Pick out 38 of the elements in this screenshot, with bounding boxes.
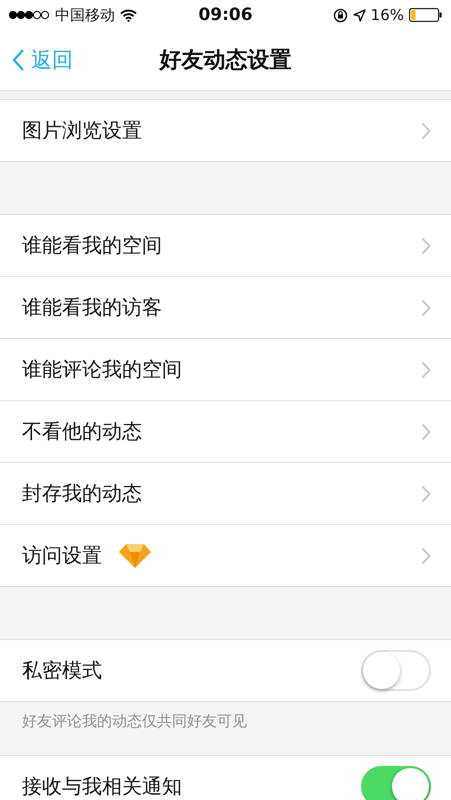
row-label: 不看他的动态 (22, 420, 142, 443)
row-label: 谁能看我的访客 (22, 296, 162, 319)
settings-row[interactable]: 谁能评论我的空间 (0, 338, 451, 400)
page-title: 好友动态设置 (160, 47, 292, 75)
signal-icon (8, 10, 50, 20)
row-label: 接收与我相关通知 (22, 775, 182, 798)
status-time: 09:06 (198, 5, 253, 25)
settings-row[interactable]: 访问设置 (0, 524, 451, 586)
settings-row[interactable]: 谁能看我的空间 (0, 215, 451, 276)
settings-row[interactable]: 接收与我相关通知 (0, 756, 451, 800)
wifi-icon (120, 8, 137, 22)
carrier: 中国移动 (55, 6, 115, 24)
settings-row[interactable]: 不看他的动态 (0, 400, 451, 462)
row-label: 谁能评论我的空间 (22, 358, 182, 381)
chevron-right-icon (421, 546, 431, 564)
chevron-right-icon (421, 298, 431, 316)
chevron-right-icon (421, 122, 431, 140)
chevron-right-icon (421, 360, 431, 378)
row-label: 图片浏览设置 (22, 119, 142, 142)
settings-row[interactable]: 私密模式 (0, 640, 451, 701)
toggle-switch[interactable] (361, 650, 431, 691)
row-label: 私密模式 (22, 659, 102, 682)
settings-row[interactable]: 谁能看我的访客 (0, 276, 451, 338)
chevron-left-icon (12, 48, 25, 72)
settings-row[interactable]: 封存我的动态 (0, 462, 451, 524)
row-label: 谁能看我的空间 (22, 234, 162, 257)
battery-percent: 16% (370, 6, 404, 24)
battery-icon (409, 8, 443, 22)
settings-row[interactable]: 图片浏览设置 (0, 100, 451, 161)
location-arrow-icon (352, 8, 366, 22)
chevron-right-icon (421, 484, 431, 502)
rotation-lock-icon (332, 8, 348, 22)
chevron-right-icon (421, 236, 431, 254)
toggle-switch[interactable] (361, 766, 431, 800)
section-note: 好友评论我的动态仅共同好友可见 (21, 711, 248, 731)
chevron-right-icon (421, 422, 431, 440)
row-label: 访问设置 (22, 544, 102, 567)
row-label: 封存我的动态 (22, 482, 142, 505)
